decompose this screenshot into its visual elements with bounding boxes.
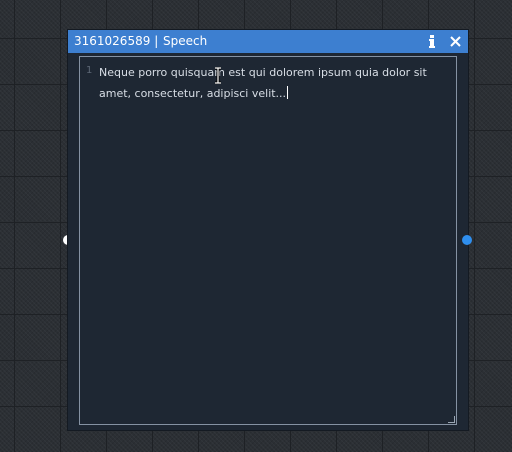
close-icon[interactable] (448, 34, 463, 49)
speech-text[interactable]: Neque porro quisquam est qui dolorem ips… (99, 62, 444, 104)
resize-handle[interactable] (448, 416, 455, 423)
node-id: 3161026589 | (74, 34, 159, 48)
speech-node[interactable]: 3161026589 | Speech 1 Neque porro quisqu… (68, 30, 468, 430)
node-type-label: Speech (163, 34, 208, 48)
text-cursor-icon (215, 67, 221, 84)
speech-text-editor[interactable]: 1 Neque porro quisquam est qui dolorem i… (79, 56, 457, 425)
node-title-bar[interactable]: 3161026589 | Speech (68, 30, 468, 53)
text-caret (287, 86, 289, 99)
info-icon[interactable] (425, 34, 439, 49)
line-number: 1 (86, 65, 93, 76)
output-port[interactable] (462, 235, 472, 245)
